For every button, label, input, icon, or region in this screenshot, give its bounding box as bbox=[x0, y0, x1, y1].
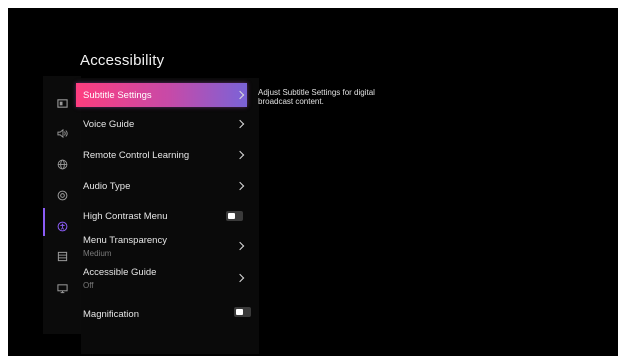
menu-item-label: Audio Type bbox=[83, 181, 131, 192]
menu-item-remote-control-learning[interactable]: Remote Control Learning bbox=[76, 147, 247, 163]
menu-item-value: Medium bbox=[83, 249, 112, 258]
magnification-toggle[interactable] bbox=[234, 307, 251, 317]
page-title: Accessibility bbox=[80, 52, 165, 69]
chevron-right-icon bbox=[235, 273, 245, 283]
menu-item-menu-transparency[interactable]: Menu Transparency Medium bbox=[76, 233, 247, 261]
menu-item-subtitle-settings[interactable]: Subtitle Settings bbox=[76, 83, 247, 107]
menu-item-voice-guide[interactable]: Voice Guide bbox=[76, 116, 247, 132]
menu-item-audio-type[interactable]: Audio Type bbox=[76, 178, 247, 194]
chevron-right-icon bbox=[235, 150, 245, 160]
menu-item-label: Remote Control Learning bbox=[83, 150, 190, 161]
menu-item-high-contrast-menu[interactable]: High Contrast Menu bbox=[76, 208, 247, 224]
high-contrast-toggle[interactable] bbox=[226, 211, 243, 221]
menu-item-label: Menu Transparency bbox=[83, 235, 167, 246]
chevron-right-icon bbox=[235, 241, 245, 251]
menu-item-label: Magnification bbox=[83, 309, 139, 320]
menu-item-label: Voice Guide bbox=[83, 119, 135, 130]
item-description: Adjust Subtitle Settings for digital bro… bbox=[258, 88, 375, 106]
menu-item-label: Subtitle Settings bbox=[83, 90, 152, 101]
menu-item-value: Off bbox=[83, 281, 94, 290]
category-rail bbox=[43, 76, 81, 334]
menu-item-magnification[interactable]: Magnification bbox=[76, 306, 251, 322]
chevron-right-icon bbox=[235, 90, 245, 100]
toggle-knob bbox=[236, 309, 243, 315]
rail-active-indicator bbox=[43, 208, 45, 236]
chevron-right-icon bbox=[235, 181, 245, 191]
menu-item-accessible-guide[interactable]: Accessible Guide Off bbox=[76, 267, 247, 295]
chevron-right-icon bbox=[235, 119, 245, 129]
toggle-knob bbox=[228, 213, 235, 219]
menu-item-label: Accessible Guide bbox=[83, 267, 157, 278]
tv-screen: Accessibility Subtitle Settings Voice Gu… bbox=[8, 8, 618, 356]
menu-item-label: High Contrast Menu bbox=[83, 211, 168, 222]
